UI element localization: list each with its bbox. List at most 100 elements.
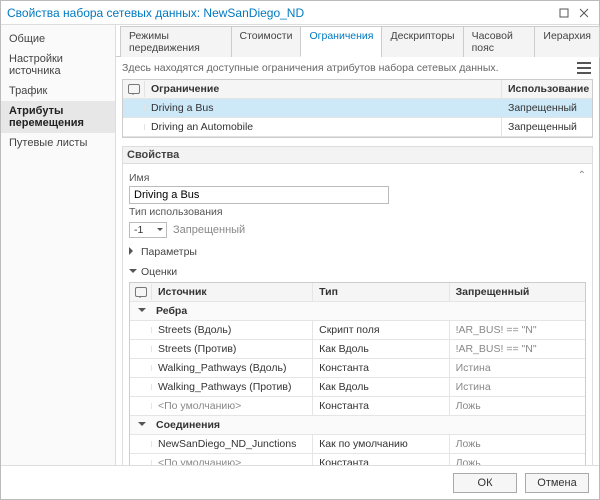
tab-bar: Режимы передвижения Стоимости Ограничени… xyxy=(116,25,599,57)
eval-type: Скрипт поля xyxy=(313,321,449,339)
title-bar: Свойства набора сетевых данных: NewSanDi… xyxy=(1,1,599,25)
comment-column-icon xyxy=(130,284,152,300)
evaluators-expander[interactable]: Оценки xyxy=(129,266,586,278)
info-bar: Здесь находятся доступные ограничения ат… xyxy=(116,57,599,79)
cancel-button[interactable]: Отмена xyxy=(525,473,589,493)
restriction-usage: Запрещенный xyxy=(502,99,592,117)
group-label: Ребра xyxy=(156,305,187,317)
sidebar-item-source-settings[interactable]: Настройки источника xyxy=(1,49,115,81)
chat-icon xyxy=(128,84,140,94)
sidebar-item-label: Настройки источника xyxy=(9,53,63,77)
eval-source: Streets (Против) xyxy=(152,340,313,358)
restriction-usage: Запрещенный xyxy=(502,118,592,136)
col-restriction: Ограничение xyxy=(145,80,502,98)
chevron-right-icon xyxy=(129,246,137,258)
parameters-label: Параметры xyxy=(141,246,197,258)
sidebar-item-general[interactable]: Общие xyxy=(1,29,115,49)
sidebar-item-directions[interactable]: Путевые листы xyxy=(1,133,115,153)
restrictions-table: Ограничение Использование Driving a Bus … xyxy=(122,79,593,138)
eval-source: <По умолчанию> xyxy=(152,454,313,465)
sidebar-item-label: Атрибуты перемещения xyxy=(9,105,84,129)
sidebar-item-traffic[interactable]: Трафик xyxy=(1,81,115,101)
properties-section: Свойства ⌃ Имя Тип использования -1 Запр… xyxy=(122,146,593,465)
eval-source: <По умолчанию> xyxy=(152,397,313,415)
group-label: Соединения xyxy=(156,419,220,431)
usage-number-dropdown[interactable]: -1 xyxy=(129,222,167,238)
tab-costs[interactable]: Стоимости xyxy=(231,26,302,57)
properties-title: Свойства xyxy=(122,146,593,163)
hamburger-menu-icon[interactable] xyxy=(575,61,593,75)
eval-source: Walking_Pathways (Вдоль) xyxy=(152,359,313,377)
dialog-footer: ОК Отмена xyxy=(1,465,599,499)
eval-source: Streets (Вдоль) xyxy=(152,321,313,339)
col-usage: Использование xyxy=(502,80,592,98)
name-label: Имя xyxy=(129,172,586,184)
evaluator-row[interactable]: NewSanDiego_ND_JunctionsКак по умолчанию… xyxy=(130,435,585,454)
eval-source: NewSanDiego_ND_Junctions xyxy=(152,435,313,453)
tab-travel-modes[interactable]: Режимы передвижения xyxy=(120,26,232,57)
tab-time-zone[interactable]: Часовой пояс xyxy=(463,26,536,57)
eval-value: Истина xyxy=(450,359,585,377)
content-scroll[interactable]: Ограничение Использование Driving a Bus … xyxy=(116,79,599,465)
sidebar: Общие Настройки источника Трафик Атрибут… xyxy=(1,25,116,465)
chevron-down-icon xyxy=(138,305,146,317)
eval-value: Истина xyxy=(450,378,585,396)
tab-hierarchy[interactable]: Иерархия xyxy=(534,26,600,57)
evaluator-row[interactable]: Streets (Против)Как Вдоль!AR_BUS! == "N" xyxy=(130,340,585,359)
eval-value: !AR_BUS! == "N" xyxy=(450,321,585,339)
chevron-down-icon xyxy=(129,266,137,278)
eval-type: Константа xyxy=(313,397,449,415)
name-input[interactable] xyxy=(129,186,389,204)
group-edges[interactable]: Ребра xyxy=(130,302,585,321)
evaluator-row[interactable]: Streets (Вдоль)Скрипт поля!AR_BUS! == "N… xyxy=(130,321,585,340)
usage-type-value: Запрещенный xyxy=(173,224,245,236)
chevron-down-icon xyxy=(138,419,146,431)
collapse-icon[interactable]: ⌃ xyxy=(578,170,586,181)
maximize-button[interactable] xyxy=(555,4,573,22)
col-source: Источник xyxy=(152,283,313,301)
group-junctions[interactable]: Соединения xyxy=(130,416,585,435)
eval-type: Константа xyxy=(313,359,449,377)
eval-source: Walking_Pathways (Против) xyxy=(152,378,313,396)
evaluators-label: Оценки xyxy=(141,266,177,278)
dialog-window: Свойства набора сетевых данных: NewSanDi… xyxy=(0,0,600,500)
evaluator-row[interactable]: <По умолчанию>КонстантаЛожь xyxy=(130,454,585,465)
comment-column-icon xyxy=(123,81,145,97)
eval-type: Константа xyxy=(313,454,449,465)
sidebar-item-label: Общие xyxy=(9,33,45,45)
usage-type-label: Тип использования xyxy=(129,206,586,218)
main-panel: Режимы передвижения Стоимости Ограничени… xyxy=(116,25,599,465)
evaluators-header: Источник Тип Запрещенный xyxy=(130,283,585,302)
evaluator-row[interactable]: <По умолчанию>КонстантаЛожь xyxy=(130,397,585,416)
restriction-row[interactable]: Driving an Automobile Запрещенный xyxy=(123,118,592,137)
tab-descriptors[interactable]: Дескрипторы xyxy=(381,26,463,57)
eval-value: Ложь xyxy=(450,397,585,415)
eval-type: Как Вдоль xyxy=(313,378,449,396)
eval-value: Ложь xyxy=(450,454,585,465)
ok-button[interactable]: ОК xyxy=(453,473,517,493)
chat-icon xyxy=(135,287,147,297)
restrictions-header: Ограничение Использование xyxy=(123,80,592,99)
eval-value: !AR_BUS! == "N" xyxy=(450,340,585,358)
eval-value: Ложь xyxy=(450,435,585,453)
window-title: Свойства набора сетевых данных: NewSanDi… xyxy=(7,6,553,20)
parameters-expander[interactable]: Параметры xyxy=(129,246,586,258)
sidebar-item-travel-attributes[interactable]: Атрибуты перемещения xyxy=(1,101,115,133)
dialog-body: Общие Настройки источника Трафик Атрибут… xyxy=(1,25,599,465)
col-value: Запрещенный xyxy=(450,283,585,301)
restriction-name: Driving an Automobile xyxy=(145,118,502,136)
tab-restrictions[interactable]: Ограничения xyxy=(300,26,382,57)
sidebar-item-label: Путевые листы xyxy=(9,137,87,149)
evaluator-row[interactable]: Walking_Pathways (Вдоль)КонстантаИстина xyxy=(130,359,585,378)
evaluator-row[interactable]: Walking_Pathways (Против)Как ВдольИстина xyxy=(130,378,585,397)
sidebar-item-label: Трафик xyxy=(9,85,47,97)
eval-type: Как Вдоль xyxy=(313,340,449,358)
info-text: Здесь находятся доступные ограничения ат… xyxy=(122,62,499,74)
restriction-name: Driving a Bus xyxy=(145,99,502,117)
properties-body: ⌃ Имя Тип использования -1 Запрещенный П… xyxy=(122,163,593,465)
close-button[interactable] xyxy=(575,4,593,22)
evaluators-table: Источник Тип Запрещенный Ребра Streets (… xyxy=(129,282,586,465)
restriction-row[interactable]: Driving a Bus Запрещенный xyxy=(123,99,592,118)
col-type: Тип xyxy=(313,283,449,301)
eval-type: Как по умолчанию xyxy=(313,435,449,453)
